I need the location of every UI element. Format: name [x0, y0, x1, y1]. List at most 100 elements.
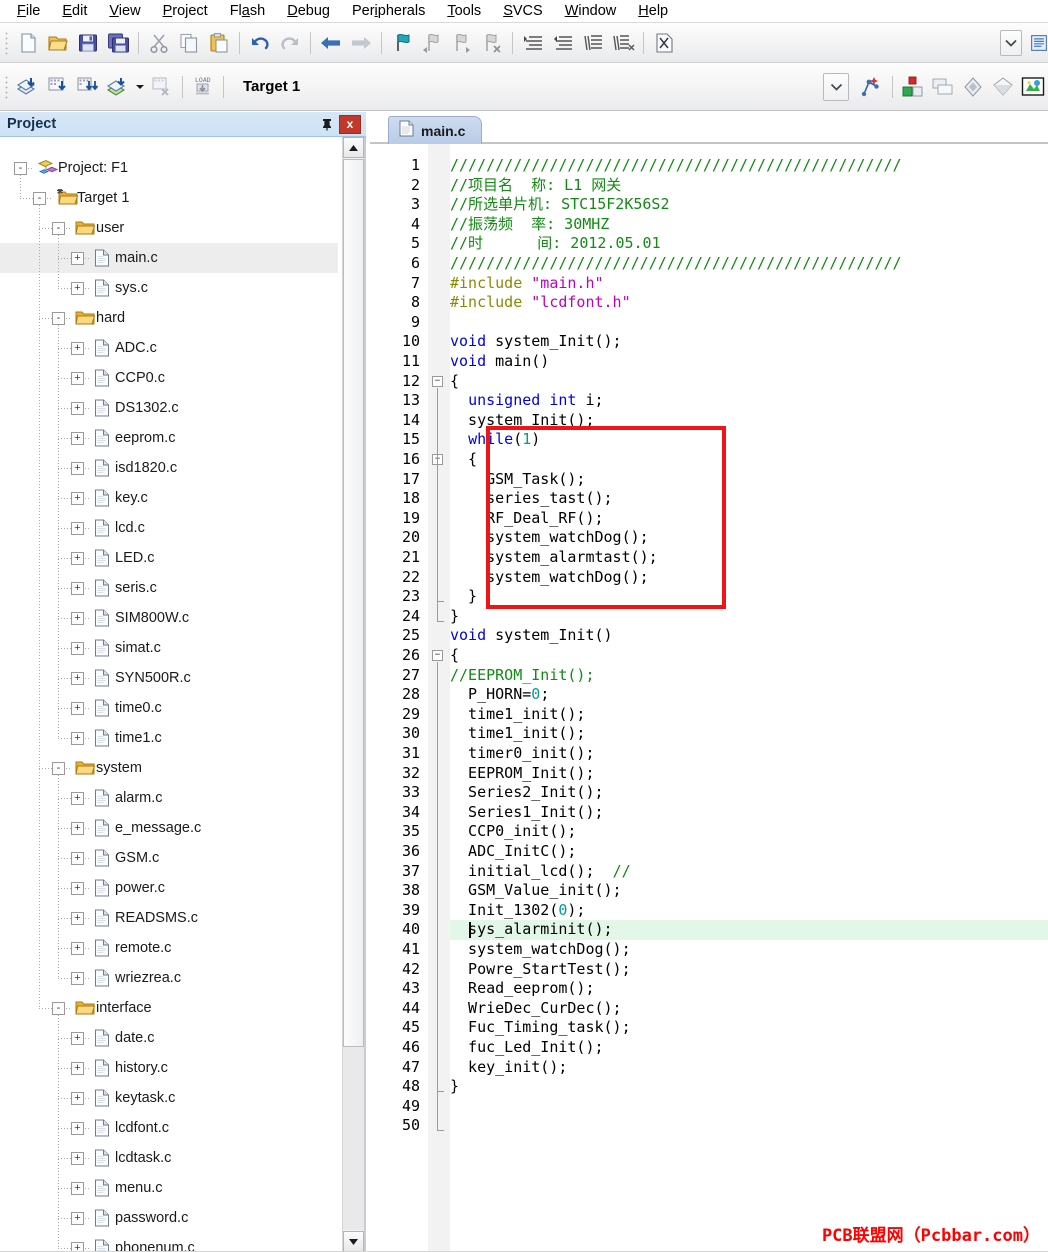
tree-item-history-c[interactable]: + history.c: [0, 1053, 338, 1083]
code-line[interactable]: Fuc_Timing_task();: [450, 1018, 1048, 1038]
save-icon[interactable]: [73, 28, 103, 58]
tree-item-lcd-c[interactable]: + lcd.c: [0, 513, 338, 543]
expand-toggle-icon[interactable]: +: [71, 851, 84, 865]
code-line[interactable]: fuc_Led_Init();: [450, 1038, 1048, 1058]
menu-item-edit[interactable]: Edit: [51, 1, 98, 21]
code-line[interactable]: #include "lcdfont.h": [450, 293, 1048, 313]
collapse-toggle-icon[interactable]: -: [14, 161, 27, 175]
code-line[interactable]: Series2_Init();: [450, 783, 1048, 803]
expand-toggle-icon[interactable]: +: [71, 701, 84, 715]
code-line[interactable]: [450, 1116, 1048, 1136]
download-icon[interactable]: LOAD: [188, 72, 218, 102]
tree-item-simat-c[interactable]: + simat.c: [0, 633, 338, 663]
find-in-files-icon[interactable]: [649, 28, 679, 58]
expand-toggle-icon[interactable]: +: [71, 341, 84, 355]
tree-item-alarm-c[interactable]: + alarm.c: [0, 783, 338, 813]
code-line[interactable]: GSM_Task();: [450, 470, 1048, 490]
code-line[interactable]: Powre_StartTest();: [450, 960, 1048, 980]
expand-toggle-icon[interactable]: +: [71, 491, 84, 505]
expand-toggle-icon[interactable]: +: [71, 1091, 84, 1105]
tree-item-lcdfont-c[interactable]: + lcdfont.c: [0, 1113, 338, 1143]
code-line[interactable]: time1_init();: [450, 724, 1048, 744]
expand-toggle-icon[interactable]: +: [71, 431, 84, 445]
tree-item-date-c[interactable]: + date.c: [0, 1023, 338, 1053]
menu-item-svcs[interactable]: SVCS: [492, 1, 554, 21]
copy-icon[interactable]: [174, 28, 204, 58]
cut-icon[interactable]: [144, 28, 174, 58]
tree-item-lcdtask-c[interactable]: + lcdtask.c: [0, 1143, 338, 1173]
pack-installer-icon[interactable]: [1018, 72, 1048, 102]
new-file-icon[interactable]: [13, 28, 43, 58]
navigate-back-icon[interactable]: [316, 28, 346, 58]
code-line[interactable]: system_watchDog();: [450, 940, 1048, 960]
configure-target-icon[interactable]: [898, 72, 928, 102]
menu-item-window[interactable]: Window: [554, 1, 628, 21]
code-line[interactable]: {: [450, 372, 1048, 392]
tree-item-keytask-c[interactable]: + keytask.c: [0, 1083, 338, 1113]
code-line[interactable]: [450, 313, 1048, 333]
tree-item-seris-c[interactable]: + seris.c: [0, 573, 338, 603]
code-line[interactable]: system_alarmtast();: [450, 548, 1048, 568]
code-line[interactable]: void system_Init(): [450, 626, 1048, 646]
collapse-toggle-icon[interactable]: -: [52, 221, 65, 235]
windows-icon[interactable]: [928, 72, 958, 102]
expand-toggle-icon[interactable]: +: [71, 881, 84, 895]
target-dropdown-button[interactable]: [823, 72, 849, 101]
menu-item-tools[interactable]: Tools: [436, 1, 492, 21]
paste-icon[interactable]: [204, 28, 234, 58]
fold-collapse-icon[interactable]: −: [432, 650, 443, 661]
expand-toggle-icon[interactable]: +: [71, 521, 84, 535]
code-line[interactable]: #include "main.h": [450, 274, 1048, 294]
expand-toggle-icon[interactable]: +: [71, 911, 84, 925]
menu-item-file[interactable]: File: [6, 1, 51, 21]
text-document-icon[interactable]: [1030, 28, 1048, 58]
scroll-down-arrow-icon[interactable]: [343, 1231, 364, 1252]
code-line[interactable]: time1_init();: [450, 705, 1048, 725]
code-line[interactable]: ////////////////////////////////////////…: [450, 156, 1048, 176]
code-line[interactable]: //EEPROM_Init();: [450, 666, 1048, 686]
indent-icon[interactable]: [518, 28, 548, 58]
batch-build-dropdown-icon[interactable]: [133, 72, 147, 102]
tree-item-eeprom-c[interactable]: + eeprom.c: [0, 423, 338, 453]
save-all-icon[interactable]: [103, 28, 133, 58]
next-bookmark-icon[interactable]: [447, 28, 477, 58]
code-line[interactable]: }: [450, 587, 1048, 607]
project-tree[interactable]: - Project: F1 - Target 1 - user + main.c + sys.c -…: [0, 137, 366, 1252]
code-line[interactable]: timer0_init();: [450, 744, 1048, 764]
tree-item-readsms-c[interactable]: + READSMS.c: [0, 903, 338, 933]
code-line[interactable]: Series1_Init();: [450, 803, 1048, 823]
open-file-icon[interactable]: [43, 28, 73, 58]
menu-item-flash[interactable]: Flash: [219, 1, 277, 21]
toolbar-grip[interactable]: [3, 73, 11, 100]
code-line[interactable]: series_tast();: [450, 489, 1048, 509]
collapse-toggle-icon[interactable]: -: [52, 1001, 65, 1015]
tree-item-isd1820-c[interactable]: + isd1820.c: [0, 453, 338, 483]
tree-item-time0-c[interactable]: + time0.c: [0, 693, 338, 723]
tree-item-led-c[interactable]: + LED.c: [0, 543, 338, 573]
code-line[interactable]: unsigned int i;: [450, 391, 1048, 411]
tree-item-sim800w-c[interactable]: + SIM800W.c: [0, 603, 338, 633]
code-line[interactable]: {: [450, 450, 1048, 470]
fold-collapse-icon[interactable]: −: [432, 375, 443, 387]
tree-item-phonenum-c[interactable]: + phonenum.c: [0, 1233, 338, 1252]
tree-item-wriezrea-c[interactable]: + wriezrea.c: [0, 963, 338, 993]
tree-item-sys-c[interactable]: + sys.c: [0, 273, 338, 303]
collapse-toggle-icon[interactable]: -: [52, 761, 65, 775]
tree-item-adc-c[interactable]: + ADC.c: [0, 333, 338, 363]
code-line[interactable]: initial_lcd(); //: [450, 862, 1048, 882]
menu-item-debug[interactable]: Debug: [276, 1, 341, 21]
expand-toggle-icon[interactable]: +: [71, 731, 84, 745]
expand-toggle-icon[interactable]: +: [71, 401, 84, 415]
tab-main-c[interactable]: main.c: [388, 116, 483, 144]
toggle-bookmark-icon[interactable]: [387, 28, 417, 58]
books-icon[interactable]: [988, 72, 1018, 102]
expand-toggle-icon[interactable]: +: [71, 791, 84, 805]
code-line[interactable]: P_HORN=0;: [450, 685, 1048, 705]
code-line[interactable]: void system_Init();: [450, 332, 1048, 352]
code-line[interactable]: system_watchDog();: [450, 568, 1048, 588]
menu-item-help[interactable]: Help: [627, 1, 679, 21]
code-line[interactable]: GSM_Value_init();: [450, 881, 1048, 901]
code-line[interactable]: EEPROM_Init();: [450, 764, 1048, 784]
navigate-forward-icon[interactable]: [346, 28, 376, 58]
tree-item-ccp0-c[interactable]: + CCP0.c: [0, 363, 338, 393]
